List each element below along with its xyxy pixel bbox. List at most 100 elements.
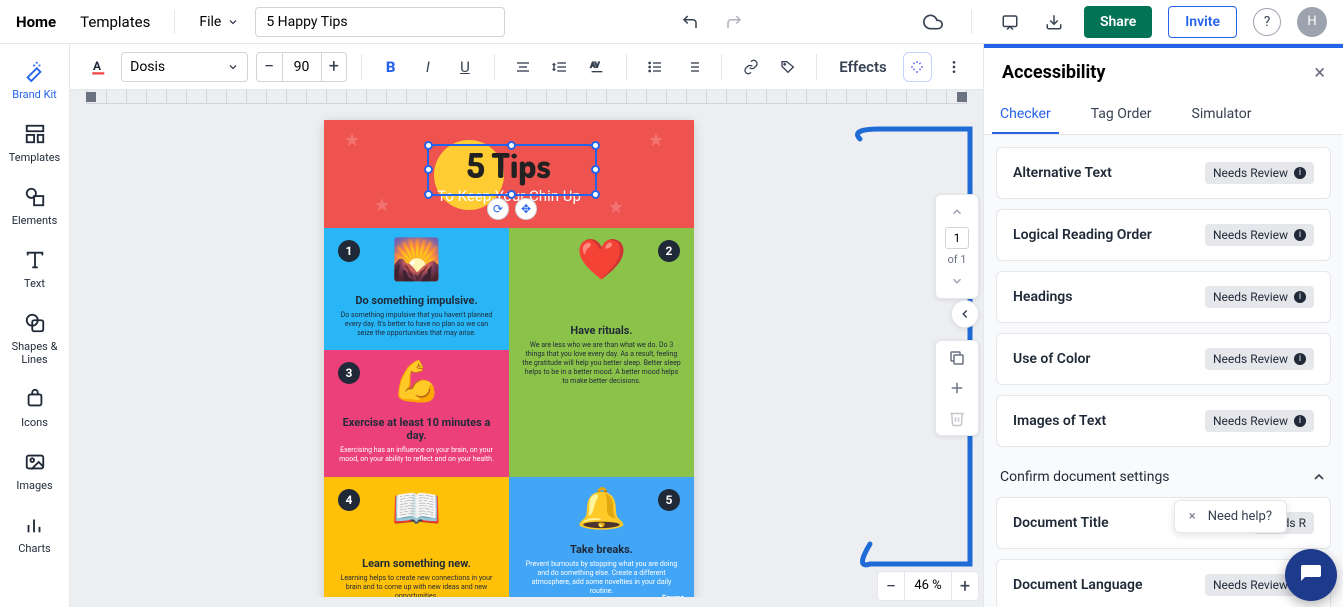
canvas-tools xyxy=(935,340,979,436)
issue-title: Headings xyxy=(1013,289,1072,305)
chevron-down-icon xyxy=(227,61,239,73)
tab-checker[interactable]: Checker xyxy=(992,96,1059,134)
sidebar-item-shapes[interactable]: Shapes & Lines xyxy=(0,310,69,366)
charts-icon xyxy=(21,512,47,538)
italic-button[interactable]: I xyxy=(413,52,442,82)
tile-body: Exercising has an influence on your brai… xyxy=(336,446,497,464)
font-family-select[interactable]: Dosis xyxy=(121,52,248,82)
bold-button[interactable]: B xyxy=(376,52,405,82)
tile-number: 4 xyxy=(338,489,360,511)
move-handle[interactable]: ✥ xyxy=(515,198,537,220)
zoom-control: − 46 % + xyxy=(877,571,979,601)
canvas-page[interactable]: ★★★★ 5 Tips To Keep Your Chin Up ⟳ ✥ xyxy=(324,120,694,597)
sun-icon: 🌄 xyxy=(392,236,442,283)
close-help-tooltip[interactable]: × xyxy=(1189,509,1196,524)
sidebar-item-images[interactable]: Images xyxy=(16,449,52,492)
tab-simulator[interactable]: Simulator xyxy=(1184,96,1260,134)
page-next[interactable] xyxy=(944,270,970,292)
present-button[interactable] xyxy=(996,8,1024,36)
setting-document-language[interactable]: Document Language Needs Reviewi xyxy=(996,559,1331,607)
collapse-panel-button[interactable] xyxy=(951,300,979,328)
status-badge: Needs Reviewi xyxy=(1205,410,1314,432)
tile-number: 5 xyxy=(658,489,680,511)
align-button[interactable] xyxy=(508,52,537,82)
link-button[interactable] xyxy=(736,52,765,82)
download-button[interactable] xyxy=(1040,8,1068,36)
arm-icon: 💪 xyxy=(392,358,442,405)
file-menu[interactable]: File xyxy=(199,14,239,30)
effects-button[interactable]: Effects xyxy=(831,52,894,82)
tile-1[interactable]: 1 🌄 Do something impulsive. Do something… xyxy=(324,228,509,350)
tile-number: 3 xyxy=(338,362,360,384)
font-size-decrease[interactable]: − xyxy=(257,53,282,81)
rotate-handle[interactable]: ⟳ xyxy=(487,198,509,220)
tile-5[interactable]: 5 🔔 Take breaks. Prevent burnouts by sto… xyxy=(509,477,694,597)
ruler[interactable] xyxy=(86,90,967,104)
selection-box[interactable]: ⟳ ✥ xyxy=(427,144,597,196)
page-total: of 1 xyxy=(947,253,966,266)
bullet-list-button[interactable] xyxy=(641,52,670,82)
issue-logical-reading-order[interactable]: Logical Reading Order Needs Reviewi xyxy=(996,209,1331,261)
add-page-button[interactable] xyxy=(948,379,966,397)
file-label: File xyxy=(199,14,221,30)
sidebar-item-label: Images xyxy=(16,479,52,492)
tile-body: Prevent burnouts by stopping what you ar… xyxy=(521,560,682,596)
chat-icon xyxy=(1299,563,1323,587)
close-panel-button[interactable]: × xyxy=(1314,60,1325,84)
status-badge: Needs Reviewi xyxy=(1205,224,1314,246)
section-title: Confirm document settings xyxy=(1000,469,1170,485)
zoom-out[interactable]: − xyxy=(878,576,904,597)
duplicate-page-button[interactable] xyxy=(948,349,966,367)
line-spacing-button[interactable] xyxy=(546,52,575,82)
setting-title: Document Language xyxy=(1013,577,1143,593)
undo-button[interactable] xyxy=(676,8,704,36)
number-list-button[interactable] xyxy=(678,52,707,82)
help-text: Need help? xyxy=(1208,509,1272,524)
font-size-input[interactable] xyxy=(282,53,322,81)
sidebar-item-text[interactable]: Text xyxy=(22,247,48,290)
tile-body: We are less who we are than what we do. … xyxy=(521,341,682,386)
document-title-input[interactable] xyxy=(255,7,505,37)
page-prev[interactable] xyxy=(944,201,970,223)
font-size-increase[interactable]: + xyxy=(322,53,347,81)
issue-alternative-text[interactable]: Alternative Text Needs Reviewi xyxy=(996,147,1331,199)
more-button[interactable] xyxy=(940,52,969,82)
images-icon xyxy=(22,449,48,475)
help-button[interactable]: ? xyxy=(1253,8,1281,36)
issue-use-of-color[interactable]: Use of Color Needs Reviewi xyxy=(996,333,1331,385)
status-badge: Needs Reviewi xyxy=(1205,348,1314,370)
section-confirm-settings[interactable]: Confirm document settings xyxy=(996,457,1331,497)
avatar[interactable]: H xyxy=(1297,7,1327,37)
tile-4[interactable]: 4 📖 Learn something new. Learning helps … xyxy=(324,477,509,597)
underline-button[interactable]: U xyxy=(450,52,479,82)
zoom-in[interactable]: + xyxy=(952,576,978,597)
invite-button[interactable]: Invite xyxy=(1168,6,1237,38)
tag-button[interactable] xyxy=(773,52,802,82)
svg-text:AV: AV xyxy=(591,60,600,69)
nav-templates[interactable]: Templates xyxy=(80,13,150,31)
sidebar-item-templates[interactable]: Templates xyxy=(9,121,60,164)
ai-button[interactable] xyxy=(903,52,932,82)
sidebar-item-icons[interactable]: Icons xyxy=(21,386,48,429)
issue-headings[interactable]: Headings Needs Reviewi xyxy=(996,271,1331,323)
delete-page-button[interactable] xyxy=(948,409,966,427)
tile-2[interactable]: 2 ❤️ Have rituals. We are less who we ar… xyxy=(509,228,694,477)
tile-3[interactable]: 3 💪 Exercise at least 10 minutes a day. … xyxy=(324,350,509,476)
tile-body: Learning helps to create new connections… xyxy=(336,574,497,597)
letter-spacing-button[interactable]: AV xyxy=(583,52,612,82)
cloud-sync-icon[interactable] xyxy=(919,8,947,36)
sidebar-item-brand-kit[interactable]: Brand Kit xyxy=(12,58,57,101)
tab-tag-order[interactable]: Tag Order xyxy=(1083,96,1160,134)
chat-button[interactable] xyxy=(1285,549,1337,601)
nav-home[interactable]: Home xyxy=(16,13,56,31)
page-current[interactable]: 1 xyxy=(945,227,969,249)
sidebar-item-elements[interactable]: Elements xyxy=(12,184,58,227)
zoom-value[interactable]: 46 % xyxy=(904,572,952,600)
share-button[interactable]: Share xyxy=(1084,6,1152,38)
redo-button[interactable] xyxy=(720,8,748,36)
issue-images-of-text[interactable]: Images of Text Needs Reviewi xyxy=(996,395,1331,447)
setting-title: Document Title xyxy=(1013,515,1109,531)
text-color-button[interactable]: A xyxy=(84,52,113,82)
sidebar-item-charts[interactable]: Charts xyxy=(18,512,50,555)
source-link[interactable]: Source xyxy=(662,594,684,597)
